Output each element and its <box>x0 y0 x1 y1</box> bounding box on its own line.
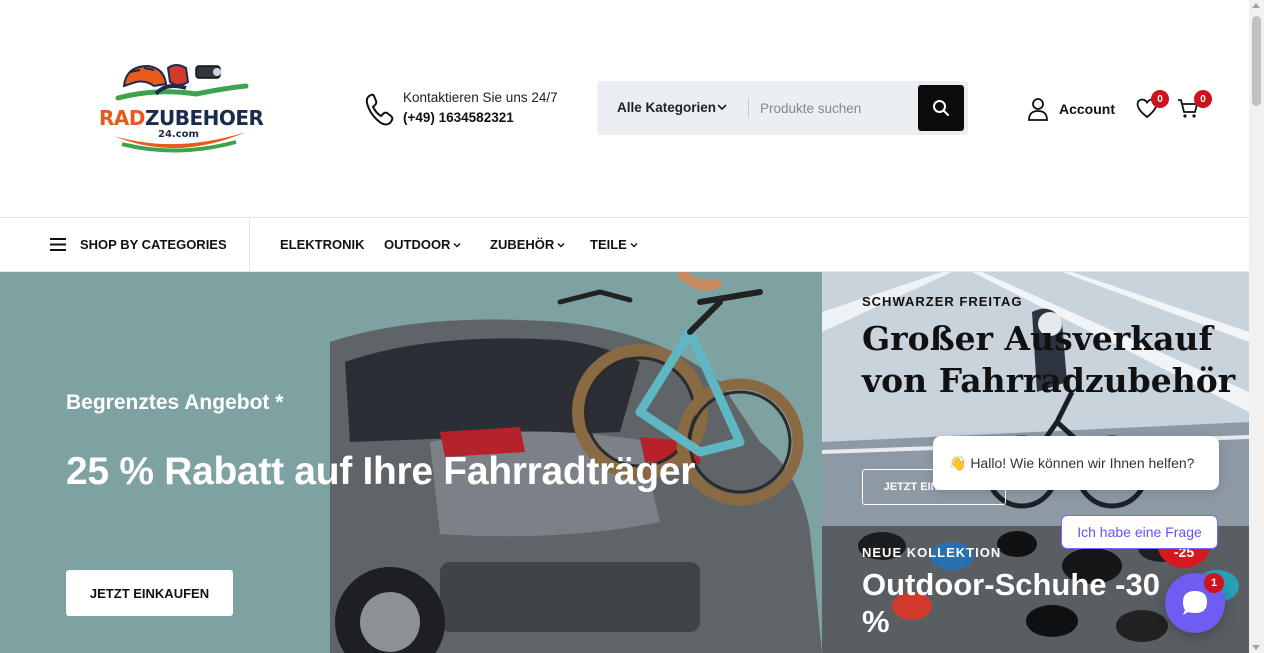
chevron-down-icon <box>453 242 461 247</box>
account-label: Account <box>1059 101 1115 117</box>
contact-label: Kontaktieren Sie uns 24/7 <box>403 90 558 105</box>
nav-item-label: ELEKTRONIK <box>280 237 365 252</box>
hero-kicker: Begrenztes Angebot * <box>66 391 284 414</box>
hero-shop-now-button[interactable]: JETZT EINKAUFEN <box>66 570 233 616</box>
user-icon <box>1028 98 1048 121</box>
chat-unread-badge: 1 <box>1204 573 1224 593</box>
promo1-kicker: SCHWARZER FREITAG <box>862 294 1023 309</box>
main-nav: SHOP BY CATEGORIES ELEKTRONIK OUTDOOR ZU… <box>0 217 1249 272</box>
shop-by-categories-label: SHOP BY CATEGORIES <box>80 237 227 252</box>
chat-greeting-bubble[interactable]: 👋 Hallo! Wie können wir Ihnen helfen? <box>933 436 1219 490</box>
nav-item-teile[interactable]: TEILE <box>590 237 638 252</box>
hamburger-menu-icon <box>50 238 66 251</box>
phone-icon <box>365 93 394 126</box>
chevron-down-icon <box>630 242 638 247</box>
wishlist-count-badge: 0 <box>1151 90 1169 108</box>
search-input[interactable] <box>760 91 910 125</box>
chevron-down-icon <box>557 242 565 247</box>
nav-item-label: OUTDOOR <box>384 237 451 252</box>
search-bar: Alle Kategorien <box>597 81 968 135</box>
site-header: RADZUBEHOER 24.com Kontaktieren Sie uns … <box>0 0 1249 217</box>
search-icon <box>933 100 949 116</box>
nav-item-label: ZUBEHÖR <box>490 237 555 252</box>
scrollbar-thumb[interactable] <box>1252 16 1261 106</box>
scroll-down-arrow-icon[interactable] <box>1252 645 1260 650</box>
site-logo[interactable]: RADZUBEHOER 24.com <box>96 58 264 158</box>
wishlist-button[interactable]: 0 <box>1135 90 1169 122</box>
promo1-title: Großer Ausverkauf von Fahrradzubehör <box>862 319 1236 400</box>
search-category-select[interactable]: Alle Kategorien <box>617 81 716 135</box>
logo-domain: 24.com <box>158 129 199 140</box>
promo2-title: Outdoor-Schuhe -30 % <box>862 567 1160 639</box>
cart-count-badge: 0 <box>1194 90 1212 108</box>
promo2-kicker: NEUE KOLLEKTION <box>862 545 1002 560</box>
shop-by-categories-button[interactable]: SHOP BY CATEGORIES <box>50 218 250 271</box>
contact-phone-number[interactable]: (+49) 1634582321 <box>403 110 514 125</box>
hero-banner: Begrenztes Angebot * 25 % Rabatt auf Ihr… <box>0 272 822 653</box>
chevron-down-icon <box>717 104 727 111</box>
page-scrollbar[interactable] <box>1249 0 1264 653</box>
logo-wordmark: RADZUBEHOER <box>99 106 264 130</box>
nav-item-elektronik[interactable]: ELEKTRONIK <box>280 237 365 252</box>
page: RADZUBEHOER 24.com Kontaktieren Sie uns … <box>0 0 1264 653</box>
scroll-up-arrow-icon[interactable] <box>1252 3 1260 8</box>
hero-title: 25 % Rabatt auf Ihre Fahrradträger <box>66 450 696 493</box>
nav-item-outdoor[interactable]: OUTDOOR <box>384 237 461 252</box>
nav-item-label: TEILE <box>590 237 627 252</box>
logo-word-zubehoer: ZUBEHOER <box>144 106 264 130</box>
search-button[interactable] <box>918 85 964 131</box>
chat-icon <box>1183 591 1207 615</box>
search-divider <box>748 98 749 118</box>
cart-button[interactable]: 0 <box>1176 90 1212 122</box>
nav-item-zubehoer[interactable]: ZUBEHÖR <box>490 237 565 252</box>
logo-word-rad: RAD <box>99 106 145 130</box>
chat-quick-reply-button[interactable]: Ich habe eine Frage <box>1061 515 1218 549</box>
